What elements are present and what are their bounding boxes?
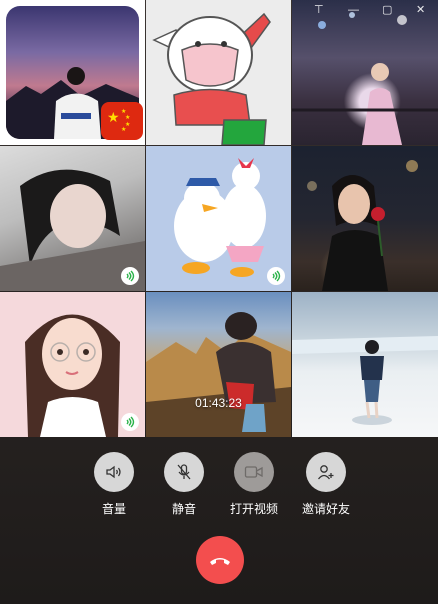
phone-hangup-icon xyxy=(210,558,230,565)
call-timer: 01:43:23 xyxy=(195,396,242,410)
invite-button[interactable] xyxy=(306,452,346,492)
video-button[interactable] xyxy=(234,452,274,492)
speaker-icon xyxy=(106,465,121,479)
volume-button[interactable] xyxy=(94,452,134,492)
volume-label: 音量 xyxy=(101,502,126,516)
avatar-photo xyxy=(146,312,291,437)
china-flag-badge: ★ ★ ★ ★ ★ xyxy=(101,102,143,140)
speaking-indicator-icon xyxy=(121,267,139,285)
speaking-indicator-icon xyxy=(121,413,139,431)
avatar-photo xyxy=(292,12,438,145)
volume-control[interactable]: 音量 xyxy=(79,452,149,517)
window-minimize-button[interactable]: — xyxy=(348,4,359,16)
hang-up-button[interactable] xyxy=(196,536,244,584)
avatar-photo xyxy=(307,160,418,291)
participant-tile-1[interactable]: ★ ★ ★ ★ ★ xyxy=(0,0,145,145)
participant-tile-4[interactable] xyxy=(0,146,145,291)
mute-button[interactable] xyxy=(164,452,204,492)
window-close-button[interactable]: ✕ xyxy=(416,4,425,16)
participant-tile-2[interactable] xyxy=(146,0,291,145)
mute-control[interactable]: 静音 xyxy=(149,452,219,517)
add-user-icon xyxy=(317,465,334,480)
participant-tile-5[interactable] xyxy=(146,146,291,291)
video-camera-icon xyxy=(244,466,263,478)
participant-tile-3[interactable]: ⊤ — ▢ ✕ xyxy=(292,0,438,145)
participant-tile-7[interactable] xyxy=(0,292,145,437)
speaking-indicator-icon xyxy=(267,267,285,285)
participant-tile-8[interactable] xyxy=(146,292,291,437)
invite-control[interactable]: 邀请好友 xyxy=(291,452,361,517)
video-label: 打开视频 xyxy=(229,502,278,516)
window-pin-button[interactable]: ⊤ xyxy=(314,4,324,16)
avatar-photo xyxy=(292,336,438,425)
mute-label: 静音 xyxy=(171,502,196,516)
invite-label: 邀请好友 xyxy=(301,502,350,516)
window-maximize-button[interactable]: ▢ xyxy=(382,4,392,16)
microphone-muted-icon xyxy=(177,464,191,480)
participant-tile-9[interactable] xyxy=(292,292,438,437)
participant-tile-6[interactable] xyxy=(292,146,438,291)
avatar-cartoon-masked xyxy=(152,12,271,145)
video-control[interactable]: 打开视频 xyxy=(219,452,289,517)
participant-grid: ★ ★ ★ ★ ★ ⊤ — ▢ ✕ 01:43:23 xyxy=(0,0,438,437)
call-window: ★ ★ ★ ★ ★ ⊤ — ▢ ✕ 01:43:23 音量 静音 打开视频 邀请… xyxy=(0,0,438,604)
